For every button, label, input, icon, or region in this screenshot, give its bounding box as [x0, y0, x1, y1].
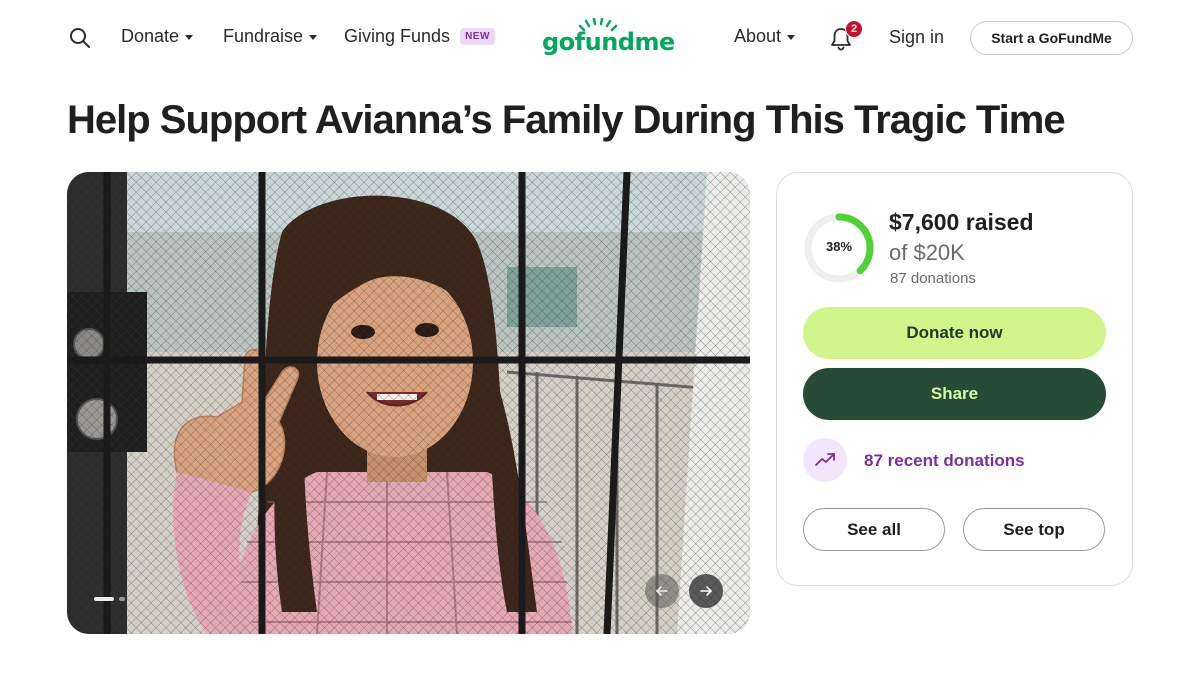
carousel-dot[interactable] [119, 597, 125, 601]
new-badge: NEW [460, 28, 495, 45]
sign-in-link[interactable]: Sign in [889, 27, 944, 48]
recent-donations-link[interactable]: 87 recent donations [864, 451, 1025, 471]
page-title: Help Support Avianna’s Family During Thi… [67, 98, 1066, 142]
nav-giving-funds-label: Giving Funds [344, 26, 451, 46]
chevron-down-icon [787, 35, 796, 40]
carousel-dot-active[interactable] [94, 597, 114, 601]
nav-donate-label: Donate [121, 26, 180, 46]
gofundme-logo[interactable]: gofundme [542, 18, 675, 58]
notification-badge: 2 [845, 20, 863, 38]
logo-text: gofundme [542, 28, 675, 56]
chevron-down-icon [309, 35, 318, 40]
donation-count: 87 donations [890, 270, 976, 287]
campaign-photo-illustration [67, 172, 750, 634]
donate-now-button[interactable]: Donate now [803, 307, 1106, 359]
see-top-button[interactable]: See top [963, 508, 1105, 551]
trending-up-icon [803, 438, 847, 482]
nav-about[interactable]: About [734, 26, 796, 47]
start-gofundme-button[interactable]: Start a GoFundMe [970, 21, 1133, 55]
arrow-right-icon[interactable] [689, 574, 723, 608]
campaign-photo[interactable] [67, 172, 750, 634]
goal-amount: of $20K [889, 240, 965, 265]
carousel-indicators [94, 597, 125, 601]
chevron-down-icon [185, 35, 194, 40]
see-all-button[interactable]: See all [803, 508, 945, 551]
arrow-left-icon[interactable] [645, 574, 679, 608]
progress-percent: 38% [825, 239, 853, 254]
amount-raised: $7,600 raised [889, 209, 1034, 235]
nav-fundraise[interactable]: Fundraise [223, 26, 318, 47]
nav-fundraise-label: Fundraise [223, 26, 304, 46]
nav-about-label: About [734, 26, 782, 46]
search-icon[interactable] [68, 26, 92, 50]
share-button[interactable]: Share [803, 368, 1106, 420]
site-header: Donate Fundraise Giving Funds NEW gofund… [0, 0, 1200, 76]
nav-donate[interactable]: Donate [121, 26, 194, 47]
nav-giving-funds[interactable]: Giving Funds NEW [344, 26, 495, 47]
